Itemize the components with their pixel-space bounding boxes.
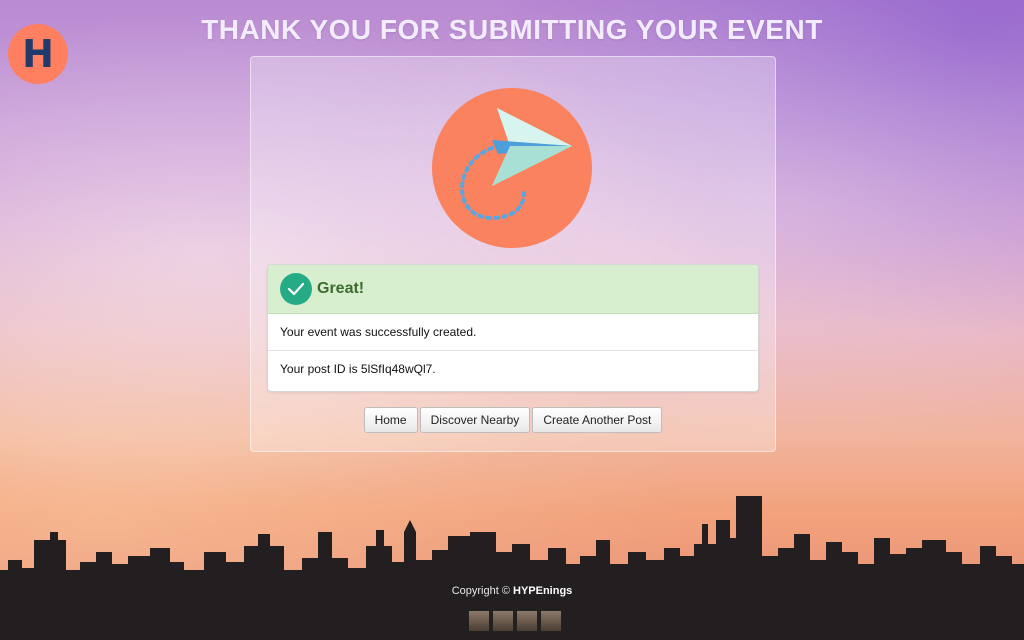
team-avatars bbox=[468, 610, 562, 632]
post-id-text: Your post ID is 5lSfIq48wQl7. bbox=[280, 362, 436, 376]
avatar[interactable] bbox=[492, 610, 514, 632]
avatar[interactable] bbox=[516, 610, 538, 632]
alert-title: Great! bbox=[317, 280, 365, 297]
avatar[interactable] bbox=[468, 610, 490, 632]
confirmation-panel: Great! Your event was successfully creat… bbox=[250, 56, 776, 452]
create-another-post-button[interactable]: Create Another Post bbox=[532, 407, 663, 433]
alert-message: Your event was successfully created. bbox=[268, 314, 758, 351]
copyright-prefix: Copyright © bbox=[451, 585, 510, 597]
home-button[interactable]: Home bbox=[363, 407, 418, 433]
copyright-text: Copyright © HYPEnings bbox=[0, 585, 1024, 597]
checkmark-icon bbox=[280, 273, 312, 305]
page-title: THANK YOU FOR SUBMITTING YOUR EVENT bbox=[201, 14, 823, 45]
brand-link[interactable]: HYPEnings bbox=[513, 585, 572, 597]
success-alert: Great! Your event was successfully creat… bbox=[267, 264, 759, 392]
paper-plane-icon bbox=[432, 88, 592, 248]
action-buttons: Home Discover Nearby Create Another Post bbox=[251, 407, 775, 433]
alert-header: Great! bbox=[268, 265, 758, 314]
discover-nearby-button[interactable]: Discover Nearby bbox=[419, 407, 531, 433]
avatar[interactable] bbox=[540, 610, 562, 632]
